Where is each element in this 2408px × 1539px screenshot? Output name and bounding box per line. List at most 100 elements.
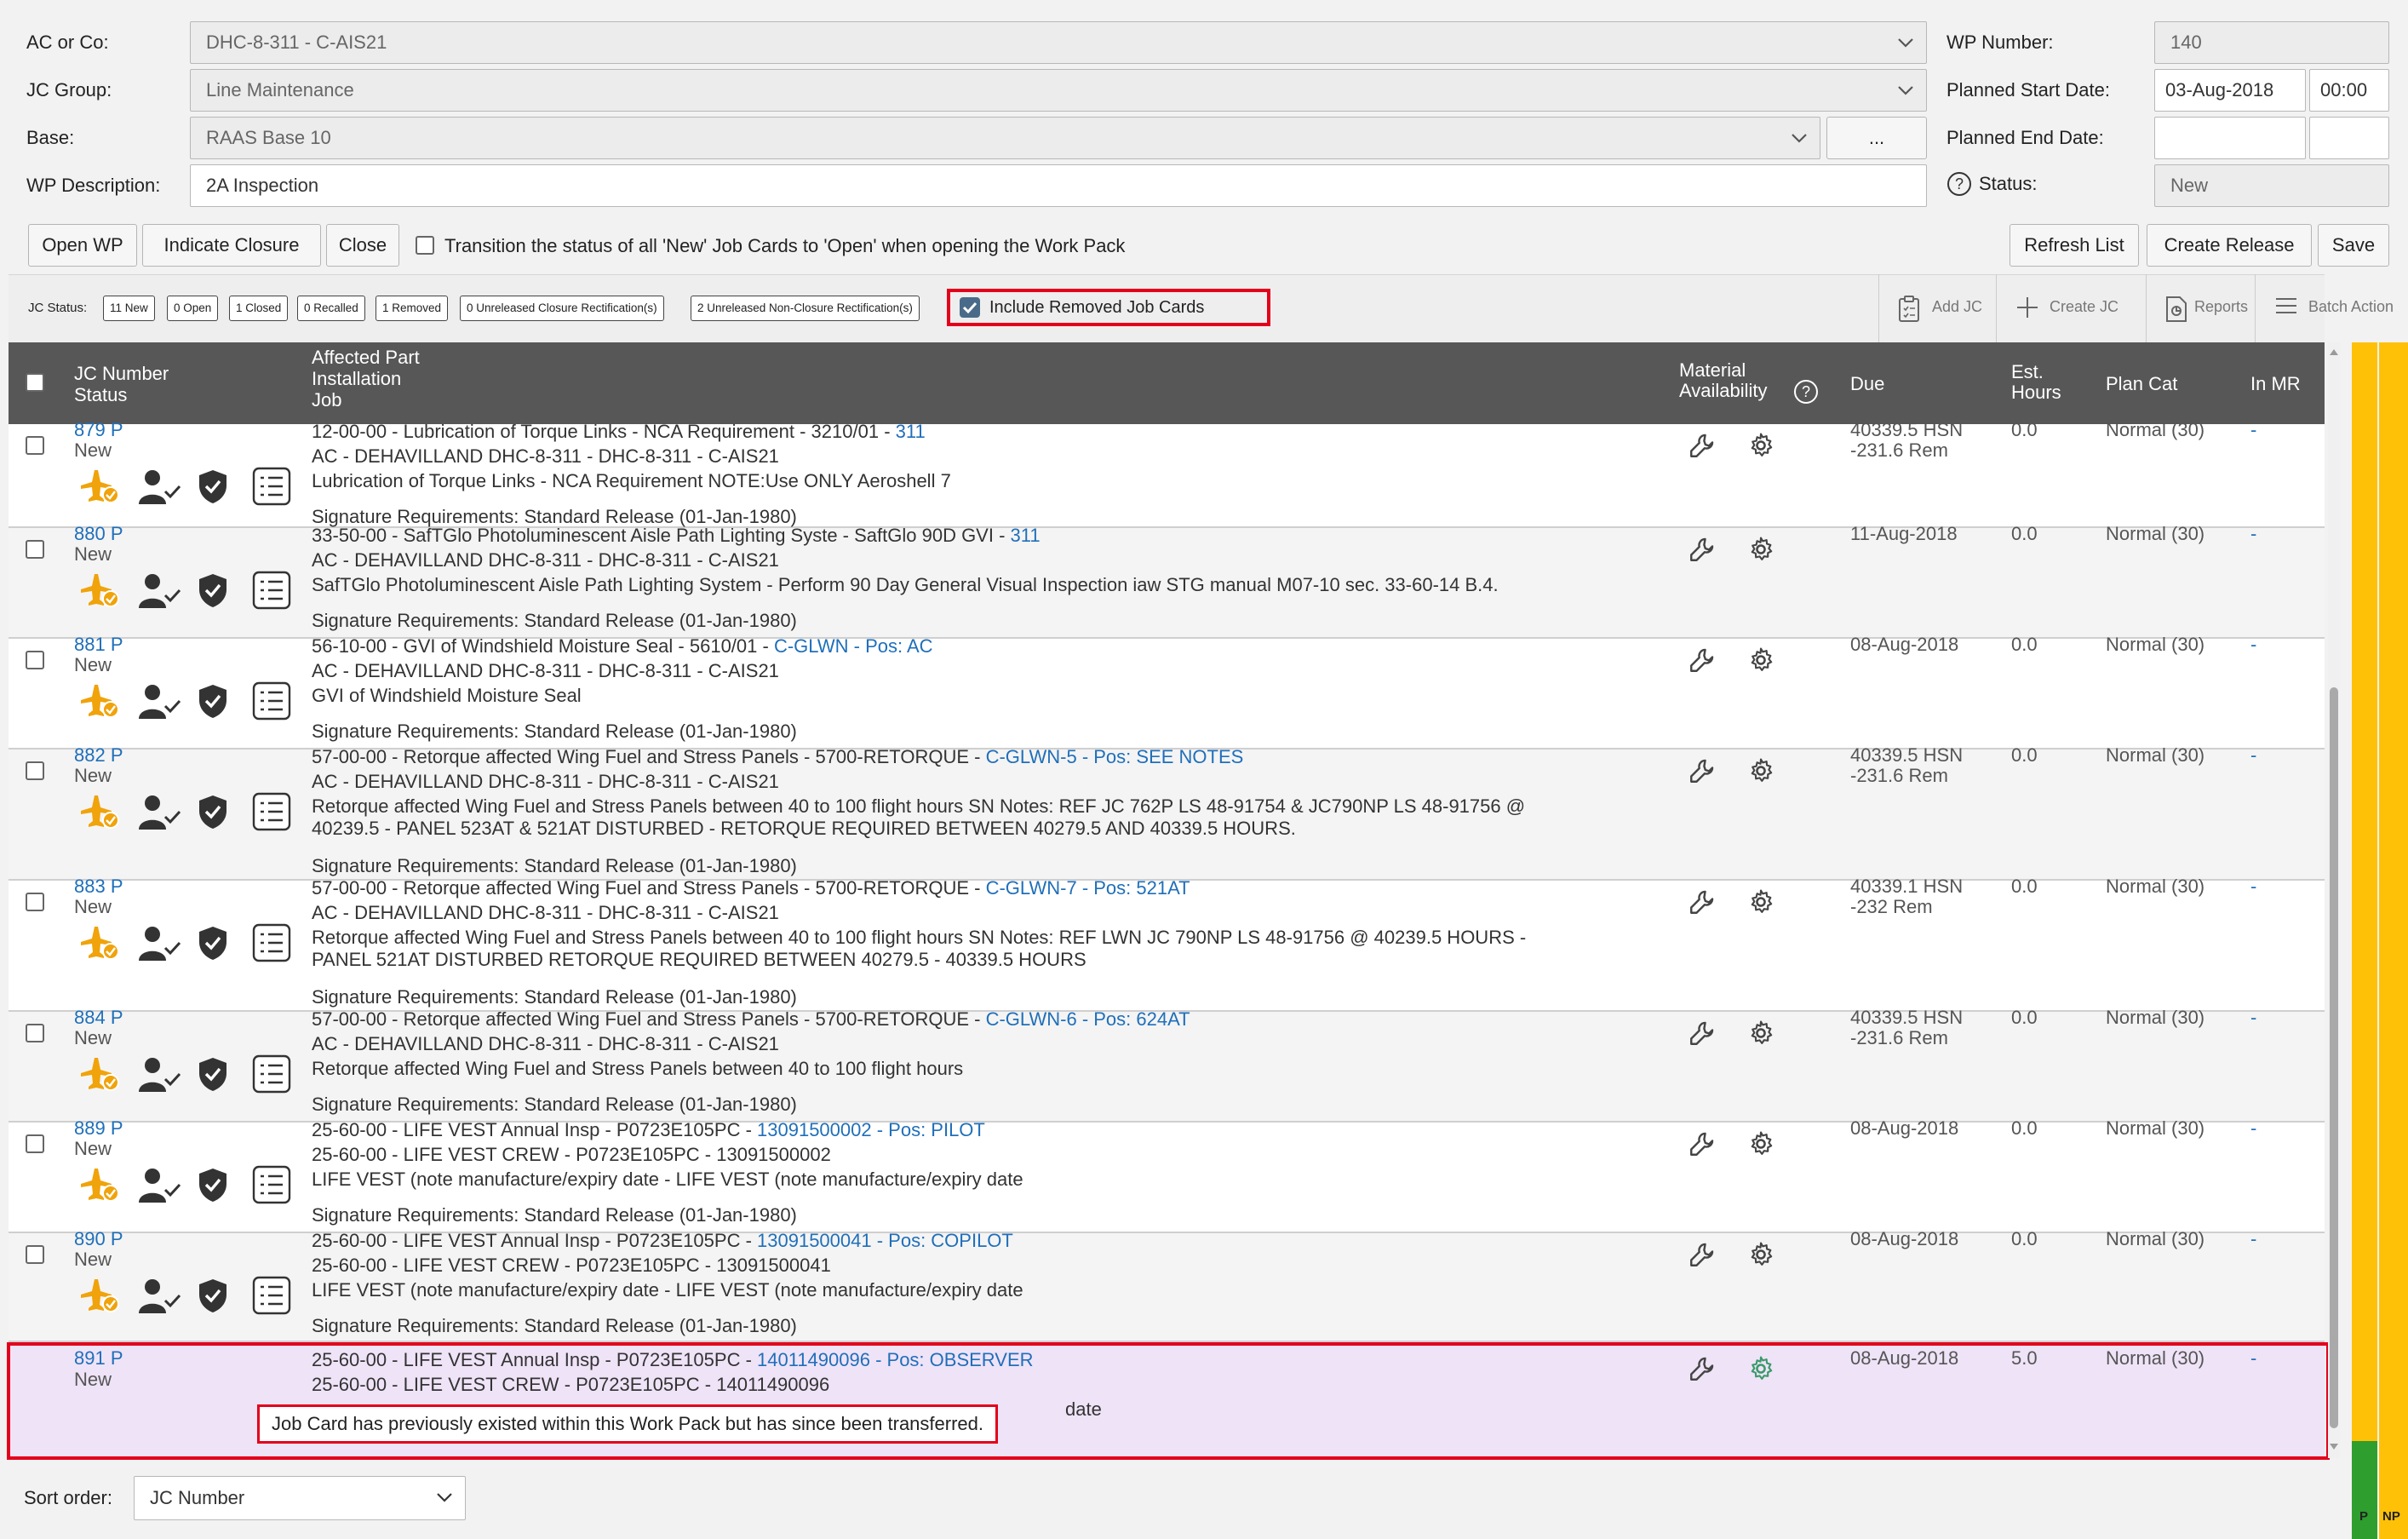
row-checkbox[interactable] xyxy=(26,1245,44,1264)
aircraft-warning-icon[interactable] xyxy=(79,792,122,836)
select-all-checkbox[interactable] xyxy=(26,373,44,392)
row-checkbox[interactable] xyxy=(26,540,44,559)
part-link[interactable]: C-GLWN-5 - Pos: SEE NOTES xyxy=(986,746,1244,767)
jc-group-select[interactable]: Line Maintenance xyxy=(190,69,1927,112)
indicate-closure-button[interactable]: Indicate Closure xyxy=(142,224,321,267)
base-lookup-button[interactable]: ... xyxy=(1826,117,1927,159)
part-link[interactable]: C-GLWN - Pos: AC xyxy=(774,635,933,657)
wrench-icon[interactable] xyxy=(1688,535,1717,568)
jc-number-link[interactable]: 879 P xyxy=(74,419,123,441)
scrollbar-thumb[interactable] xyxy=(2330,687,2338,1428)
user-check-icon[interactable] xyxy=(137,925,181,967)
col-jc-number[interactable]: JC Number xyxy=(74,363,169,384)
task-list-icon[interactable] xyxy=(252,923,291,967)
jc-number-link[interactable]: 882 P xyxy=(74,744,123,767)
col-status[interactable]: Status xyxy=(74,384,127,405)
col-due[interactable]: Due xyxy=(1850,373,1884,394)
status-chip-closed[interactable]: 1 Closed xyxy=(229,296,289,321)
wrench-icon[interactable] xyxy=(1688,646,1717,679)
status-chip-new[interactable]: 11 New xyxy=(103,296,155,321)
part-link[interactable]: 311 xyxy=(896,421,926,442)
col-installation[interactable]: Installation xyxy=(312,368,401,389)
task-list-icon[interactable] xyxy=(252,571,291,614)
sort-order-select[interactable]: JC Number xyxy=(134,1476,466,1520)
wrench-icon[interactable] xyxy=(1688,431,1717,464)
gear-icon[interactable] xyxy=(1746,1019,1775,1052)
row-checkbox[interactable] xyxy=(26,761,44,780)
wrench-icon[interactable] xyxy=(1688,756,1717,790)
col-est[interactable]: Est. xyxy=(2011,361,2044,382)
jc-number-link[interactable]: 884 P xyxy=(74,1007,123,1029)
col-availability[interactable]: Availability xyxy=(1679,380,1768,401)
shield-check-icon[interactable] xyxy=(197,794,229,834)
planned-end-date-input[interactable] xyxy=(2154,117,2306,159)
shield-check-icon[interactable] xyxy=(197,1167,229,1207)
status-chip-unreleased-non-closure[interactable]: 2 Unreleased Non-Closure Rectification(s… xyxy=(691,296,920,321)
in-mr-link[interactable]: - xyxy=(2250,523,2256,545)
aircraft-warning-icon[interactable] xyxy=(79,1054,122,1098)
shield-check-icon[interactable] xyxy=(197,683,229,723)
col-in-mr[interactable]: In MR xyxy=(2250,373,2301,394)
in-mr-link[interactable]: - xyxy=(2250,634,2256,656)
shield-check-icon[interactable] xyxy=(197,1278,229,1318)
table-row[interactable]: 889 P New 25-60-00 - LIFE VEST Annual Insp… xyxy=(9,1117,2325,1233)
in-mr-link[interactable]: - xyxy=(2250,744,2256,767)
shield-check-icon[interactable] xyxy=(197,468,229,508)
gear-icon[interactable] xyxy=(1746,431,1775,464)
table-scrollbar[interactable] xyxy=(2328,342,2340,1458)
part-link[interactable]: 13091500002 - Pos: PILOT xyxy=(757,1119,985,1140)
table-row[interactable]: 890 P New 25-60-00 - LIFE VEST Annual Insp… xyxy=(9,1228,2325,1342)
table-row[interactable]: 880 P New 33-50-00 - SafTGlo Photoluminesc… xyxy=(9,523,2325,639)
status-chip-removed[interactable]: 1 Removed xyxy=(376,296,449,321)
open-wp-button[interactable]: Open WP xyxy=(28,224,137,267)
refresh-list-button[interactable]: Refresh List xyxy=(2010,224,2139,267)
task-list-icon[interactable] xyxy=(252,1276,291,1319)
gear-icon[interactable] xyxy=(1746,887,1775,921)
add-jc-button[interactable]: Add JC xyxy=(1878,274,1996,342)
save-button[interactable]: Save xyxy=(2318,224,2389,267)
aircraft-warning-icon[interactable] xyxy=(79,923,122,967)
table-row[interactable]: 879 P New 12-00-00 - Lubrication of Torque… xyxy=(9,419,2325,528)
user-check-icon[interactable] xyxy=(137,683,181,725)
col-job[interactable]: Job xyxy=(312,389,341,411)
task-list-icon[interactable] xyxy=(252,1165,291,1209)
jc-number-link[interactable]: 881 P xyxy=(74,634,123,656)
planned-start-date-input[interactable]: 03-Aug-2018 xyxy=(2154,69,2306,112)
in-mr-link[interactable]: - xyxy=(2250,1228,2256,1250)
part-link[interactable]: 13091500041 - Pos: COPILOT xyxy=(757,1230,1013,1251)
row-checkbox[interactable] xyxy=(26,1024,44,1042)
status-chip-recalled[interactable]: 0 Recalled xyxy=(297,296,365,321)
row-checkbox[interactable] xyxy=(26,893,44,911)
gear-icon[interactable] xyxy=(1746,646,1775,679)
include-removed-checkbox[interactable] xyxy=(960,297,980,318)
table-row[interactable]: 881 P New 56-10-00 - GVI of Windshield Moi… xyxy=(9,634,2325,749)
planned-start-time-input[interactable]: 00:00 xyxy=(2309,69,2389,112)
gear-icon[interactable] xyxy=(1746,535,1775,568)
task-list-icon[interactable] xyxy=(252,792,291,836)
part-link[interactable]: 311 xyxy=(1011,525,1041,546)
jc-number-link[interactable]: 883 P xyxy=(74,876,123,898)
reports-button[interactable]: Reports xyxy=(2146,274,2255,342)
table-row[interactable]: 882 P New 57-00-00 - Retorque affected Win… xyxy=(9,744,2325,881)
material-help-icon[interactable]: ? xyxy=(1792,378,1820,411)
shield-check-icon[interactable] xyxy=(197,572,229,612)
row-checkbox[interactable] xyxy=(26,651,44,669)
in-mr-link[interactable]: - xyxy=(2250,1117,2256,1140)
gear-icon[interactable] xyxy=(1746,756,1775,790)
shield-check-icon[interactable] xyxy=(197,925,229,965)
col-material[interactable]: Material xyxy=(1679,359,1746,381)
task-list-icon[interactable] xyxy=(252,467,291,510)
wp-description-input[interactable]: 2A Inspection xyxy=(190,164,1927,207)
status-chip-open[interactable]: 0 Open xyxy=(167,296,219,321)
help-icon[interactable]: ? xyxy=(1946,171,1972,201)
planned-end-time-input[interactable] xyxy=(2309,117,2389,159)
user-check-icon[interactable] xyxy=(137,1167,181,1209)
col-plan-cat[interactable]: Plan Cat xyxy=(2106,373,2177,394)
aircraft-warning-icon[interactable] xyxy=(79,1276,122,1319)
col-hours[interactable]: Hours xyxy=(2011,382,2061,403)
create-release-button[interactable]: Create Release xyxy=(2147,224,2312,267)
table-row[interactable]: 884 P New 57-00-00 - Retorque affected Win… xyxy=(9,1007,2325,1123)
part-link[interactable]: C-GLWN-6 - Pos: 624AT xyxy=(986,1008,1190,1030)
close-button[interactable]: Close xyxy=(326,224,399,267)
gear-icon[interactable] xyxy=(1746,1129,1775,1163)
